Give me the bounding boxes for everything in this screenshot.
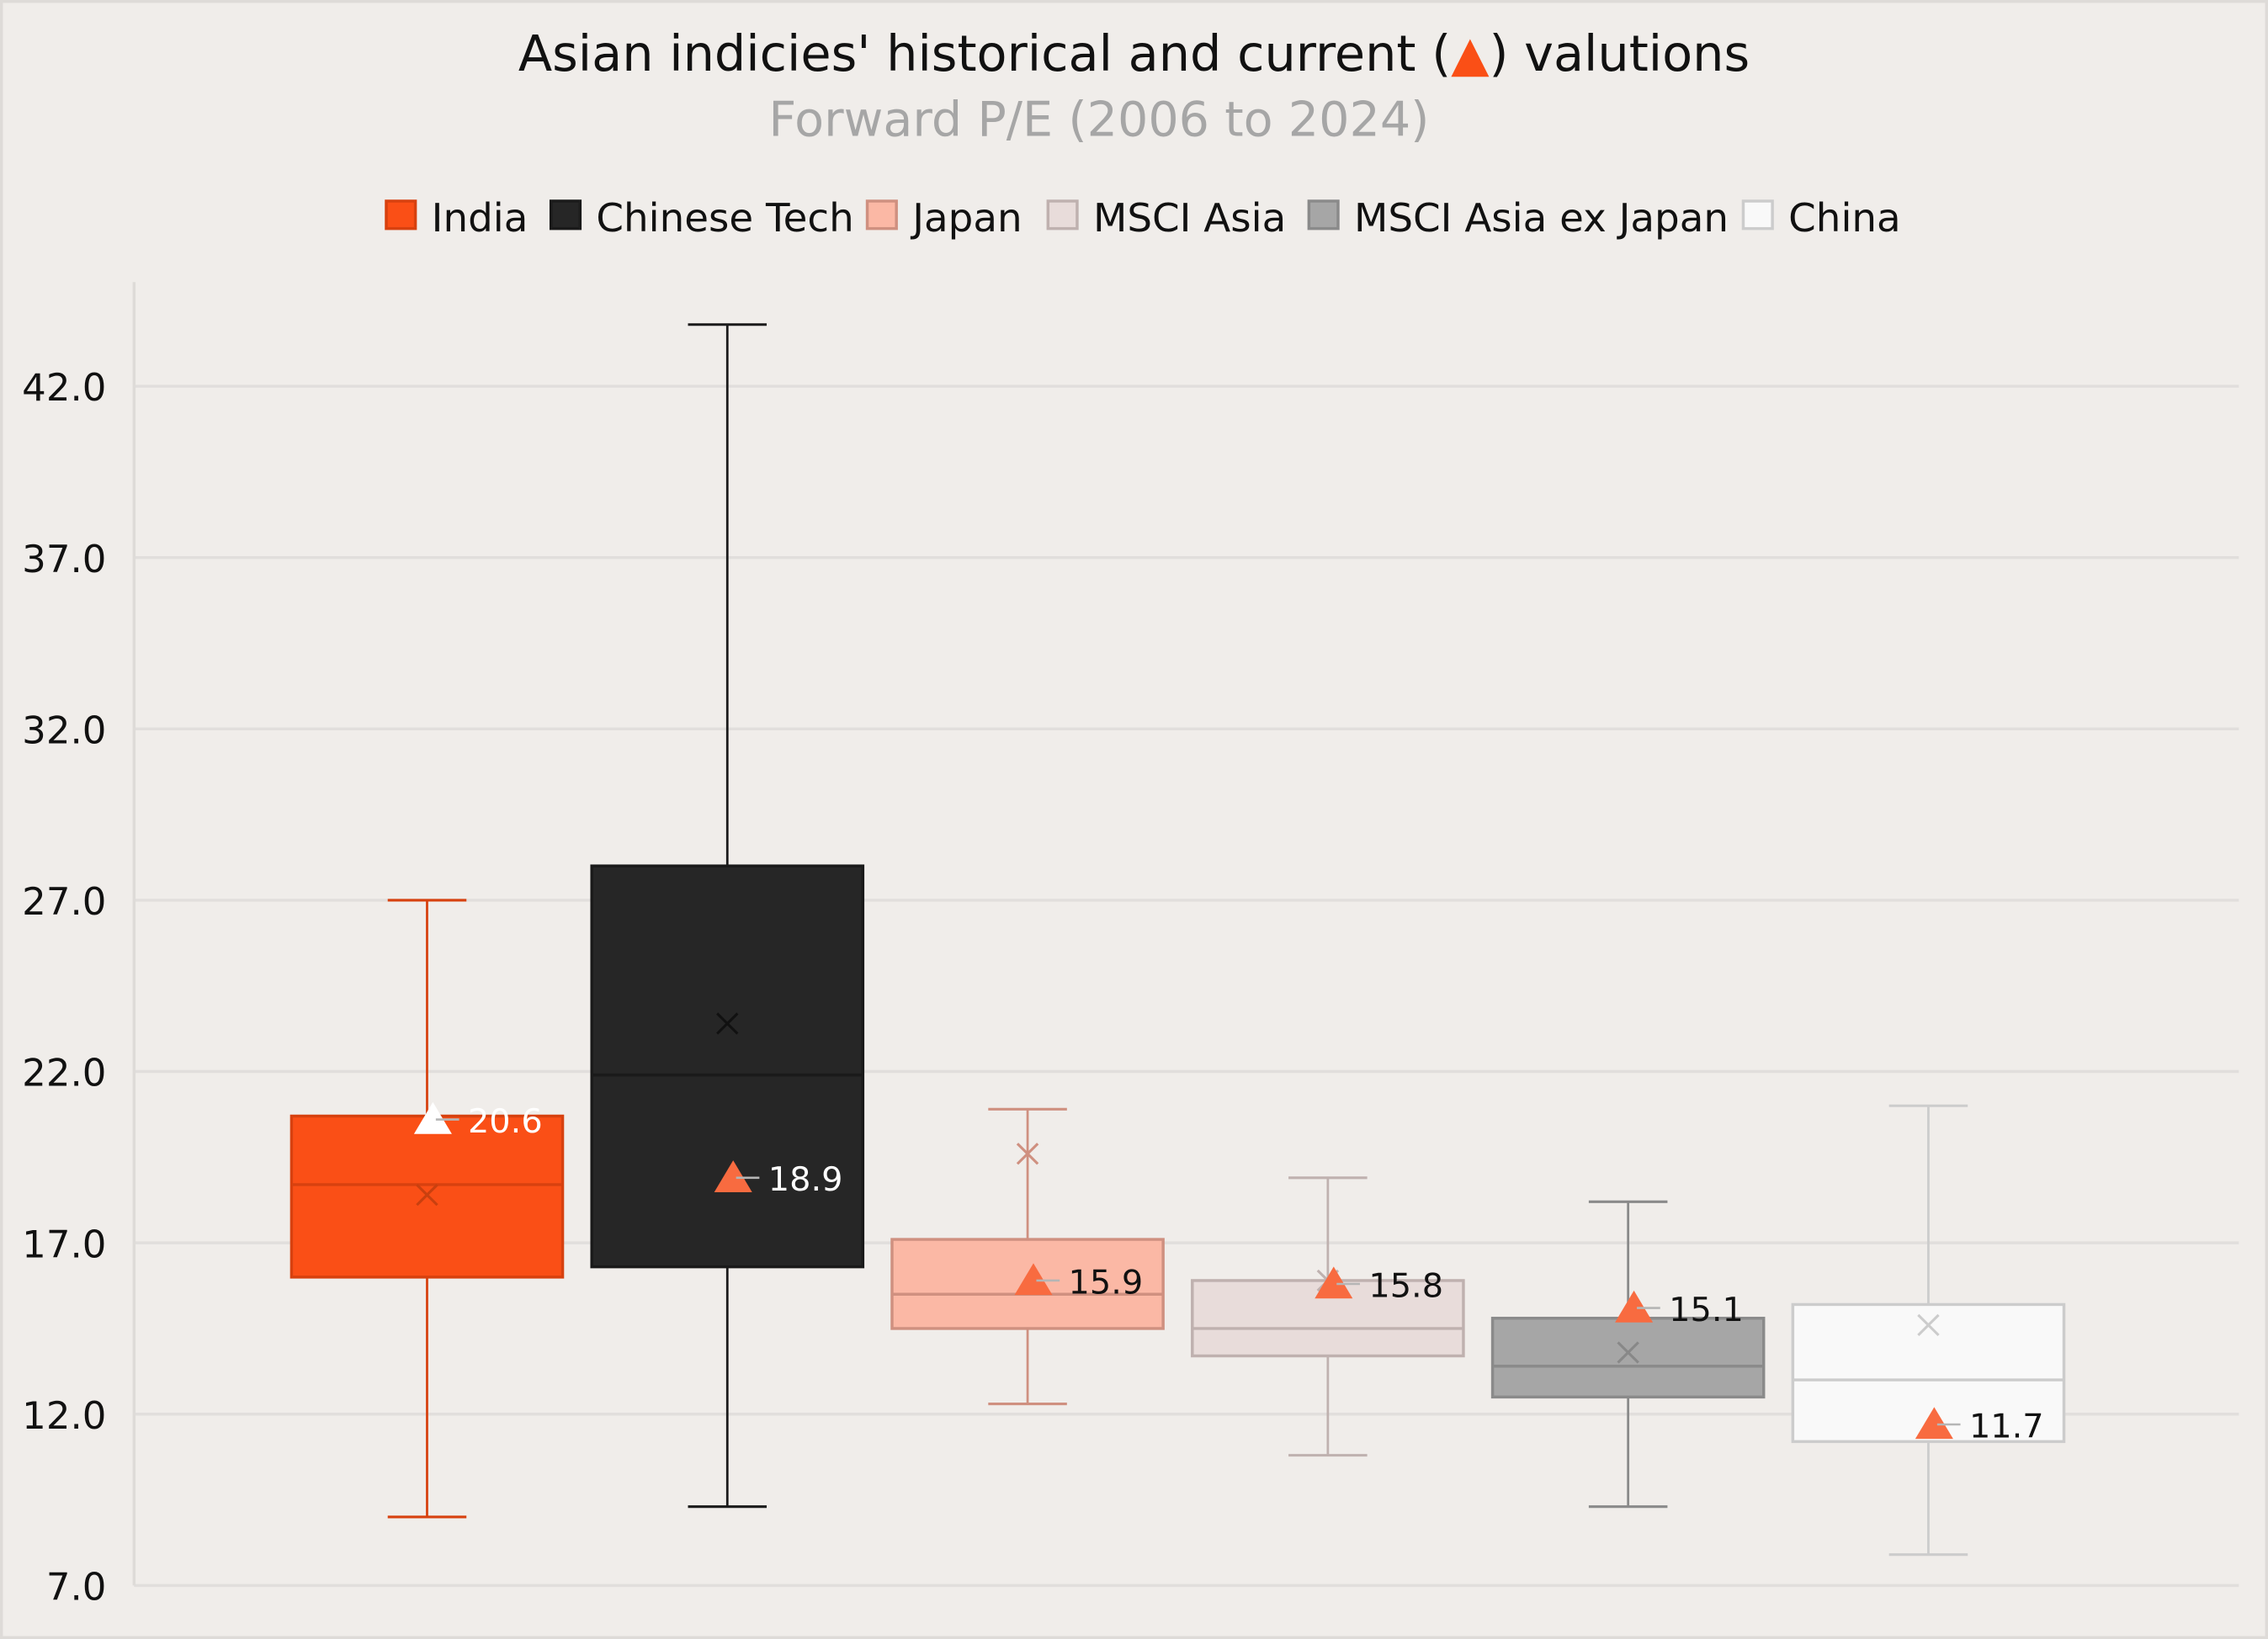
legend-swatch	[1741, 199, 1774, 231]
y-tick-label: 27.0	[22, 879, 106, 924]
legend-swatch	[865, 199, 898, 231]
title-text-before: Asian indicies' historical and current (	[518, 25, 1451, 82]
legend-swatch	[1046, 199, 1079, 231]
legend-label: MSCI Asia	[1093, 195, 1286, 241]
legend-label: Chinese Tech	[596, 195, 853, 241]
iqr-box	[1490, 1317, 1766, 1399]
title-triangle-marker: ▲	[1451, 25, 1489, 82]
current-value-label: 18.9	[768, 1160, 843, 1199]
iqr-box	[590, 864, 865, 1269]
legend-label: India	[432, 195, 528, 241]
current-value-label: 11.7	[1969, 1408, 2044, 1446]
current-value-label: 15.9	[1069, 1264, 1144, 1302]
y-tick-label: 32.0	[22, 708, 106, 753]
legend-swatch	[549, 199, 582, 231]
y-tick-label: 22.0	[22, 1051, 106, 1095]
boxplot-chart: Asian indicies' historical and current (…	[0, 0, 2268, 1639]
current-value-label: 15.8	[1368, 1267, 1443, 1306]
title-text-after: ) valutions	[1489, 25, 1750, 82]
y-tick-label: 37.0	[22, 537, 106, 581]
legend-swatch	[385, 199, 417, 231]
legend-label: China	[1788, 195, 1901, 241]
legend-label: MSCI Asia ex Japan	[1354, 195, 1729, 241]
y-tick-label: 17.0	[22, 1222, 106, 1266]
legend-label: Japan	[910, 195, 1022, 241]
y-tick-label: 7.0	[46, 1565, 107, 1610]
legend-item: Chinese Tech	[549, 195, 854, 241]
y-tick-label: 12.0	[22, 1393, 106, 1438]
current-value-label: 20.6	[468, 1102, 543, 1141]
chart-subtitle: Forward P/E (2006 to 2024)	[768, 93, 1429, 148]
y-tick-label: 42.0	[22, 365, 106, 410]
chart-title: Asian indicies' historical and current (…	[518, 25, 1750, 82]
legend: India Chinese Tech Japan MSCI Asia MSCI Asia…	[385, 195, 1901, 241]
legend-item: MSCI Asia ex Japan	[1307, 195, 1729, 241]
current-value-label: 15.1	[1669, 1291, 1744, 1329]
legend-swatch	[1307, 199, 1340, 231]
